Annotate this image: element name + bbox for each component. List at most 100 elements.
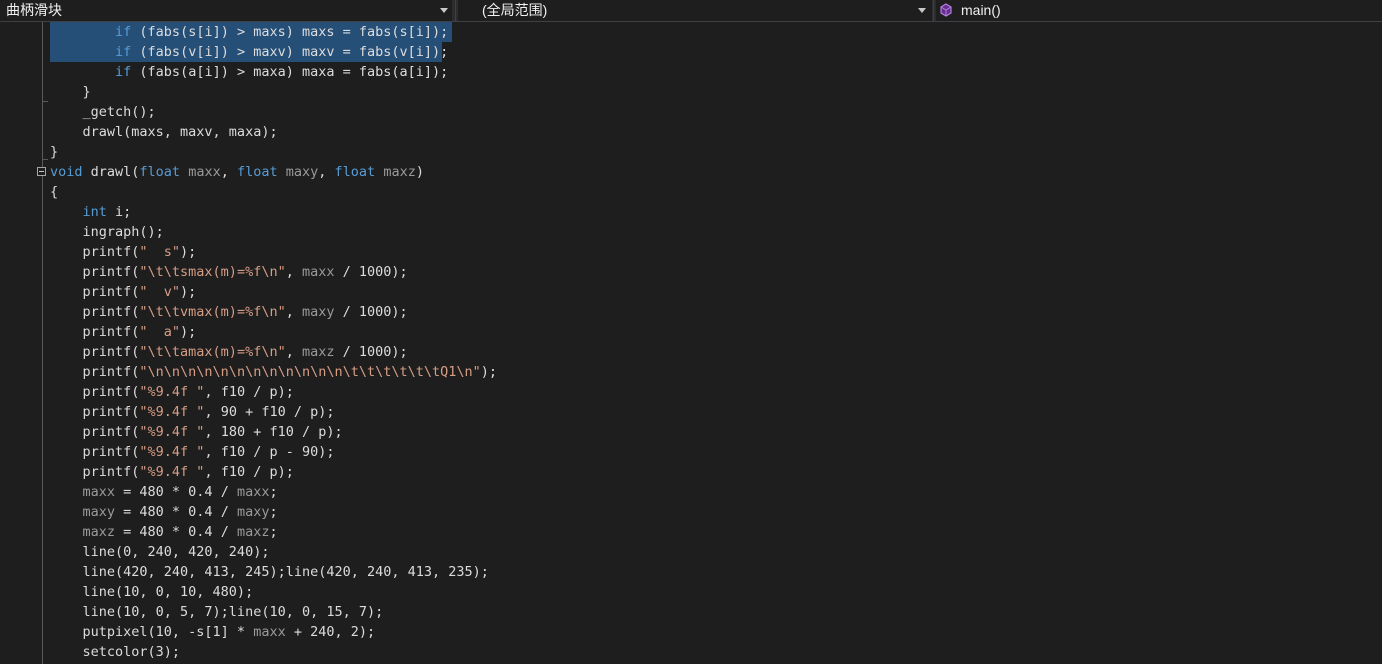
code-token: ): [415, 164, 424, 180]
code-token: / 1000);: [334, 304, 408, 320]
code-line: }: [50, 142, 58, 162]
code-token: "\t\tvmax(m)=%f\n": [139, 304, 286, 320]
code-token: " a": [139, 324, 181, 340]
code-token: "\t\tamax(m)=%f\n": [139, 344, 286, 360]
code-line: printf("%9.4f ", f10 / p);: [50, 462, 294, 482]
code-token: line(420, 240, 413, 245);line(420, 240, …: [50, 564, 489, 580]
code-token: printf(: [50, 244, 140, 260]
code-token: maxx: [82, 484, 116, 500]
code-line: putpixel(10, -s[1] * maxx + 240, 2);: [50, 622, 376, 642]
code-token: maxy: [285, 164, 319, 180]
code-line: }: [50, 82, 91, 102]
code-token: (fabs(a[i]) > maxa) maxa = fabs(a[i]);: [131, 64, 449, 80]
code-token: = 480 * 0.4 /: [115, 504, 237, 520]
code-token: int: [82, 204, 107, 220]
code-editor[interactable]: if (fabs(s[i]) > maxs) maxs = fabs(s[i])…: [0, 22, 1382, 664]
code-token: " s": [139, 244, 181, 260]
chevron-down-icon: [918, 8, 926, 13]
code-line: printf("\t\tsmax(m)=%f\n", maxx / 1000);: [50, 262, 408, 282]
chevron-down-icon: [440, 8, 448, 13]
code-token: " v": [139, 284, 181, 300]
code-token: "\n\n\n\n\n\n\n\n\n\n\n\n\t\t\t\t\t\tQ1\…: [139, 364, 481, 380]
code-token: , f10 / p);: [204, 384, 294, 400]
code-token: maxy: [236, 504, 270, 520]
code-token: (fabs(v[i]) > maxv) maxv = fabs(v[i]);: [131, 44, 449, 60]
code-token: , 180 + f10 / p);: [204, 424, 343, 440]
code-token: line(10, 0, 5, 7);line(10, 0, 15, 7);: [50, 604, 384, 620]
code-line: drawl(maxs, maxv, maxa);: [50, 122, 278, 142]
member-dropdown-label: main(): [961, 2, 1001, 18]
code-line: printf("%9.4f ", f10 / p);: [50, 382, 294, 402]
code-token: }: [50, 144, 59, 160]
code-token: maxz: [236, 524, 270, 540]
code-token: , 90 + f10 / p);: [204, 404, 335, 420]
code-token: maxy: [82, 504, 116, 520]
collapse-toggle-icon[interactable]: [37, 167, 46, 176]
code-token: printf(: [50, 344, 140, 360]
code-token: );: [180, 244, 197, 260]
code-line: int i;: [50, 202, 132, 222]
code-token: "%9.4f ": [139, 424, 205, 440]
code-token: maxz: [82, 524, 116, 540]
code-token: maxz: [383, 164, 416, 180]
code-token: "%9.4f ": [139, 444, 205, 460]
code-token: , f10 / p - 90);: [204, 444, 335, 460]
scope-dropdown-label: (全局范围): [482, 2, 548, 18]
code-token: printf(: [50, 324, 140, 340]
code-token: printf(: [50, 464, 140, 480]
code-token: maxz: [301, 344, 335, 360]
project-dropdown-label: 曲柄滑块: [6, 2, 62, 18]
code-line: ingraph();: [50, 222, 164, 242]
code-line: {: [50, 182, 58, 202]
code-line: printf(" a");: [50, 322, 197, 342]
project-dropdown[interactable]: 曲柄滑块: [0, 0, 452, 21]
code-token: i;: [106, 204, 132, 220]
code-token: "%9.4f ": [139, 464, 205, 480]
code-token: printf(: [50, 364, 140, 380]
code-token: );: [180, 284, 197, 300]
code-line: printf("%9.4f ", f10 / p - 90);: [50, 442, 335, 462]
code-token: maxx: [236, 484, 270, 500]
code-token: ,: [285, 264, 302, 280]
code-token: {: [50, 184, 59, 200]
code-token: = 480 * 0.4 /: [115, 484, 237, 500]
code-token: maxx: [188, 164, 221, 180]
scope-dropdown[interactable]: (全局范围): [458, 0, 932, 21]
code-token: maxx: [253, 624, 286, 640]
code-token: ingraph();: [50, 224, 164, 240]
code-token: printf(: [50, 304, 140, 320]
code-token: ,: [220, 164, 237, 180]
code-token: ,: [318, 164, 335, 180]
code-line: line(0, 240, 420, 240);: [50, 542, 270, 562]
code-token: }: [50, 84, 91, 100]
code-line: if (fabs(s[i]) > maxs) maxs = fabs(s[i])…: [50, 22, 448, 42]
code-token: printf(: [50, 384, 140, 400]
code-token: printf(: [50, 404, 140, 420]
code-token: putpixel(10, -s[1] *: [50, 624, 254, 640]
code-line: printf("\t\tvmax(m)=%f\n", maxy / 1000);: [50, 302, 408, 322]
nav-separator: [933, 0, 934, 21]
code-token: ,: [285, 304, 302, 320]
code-line: if (fabs(a[i]) > maxa) maxa = fabs(a[i])…: [50, 62, 448, 82]
member-dropdown[interactable]: main(): [936, 0, 1382, 21]
code-line: printf(" v");: [50, 282, 197, 302]
code-token: _getch();: [50, 104, 156, 120]
code-line: maxz = 480 * 0.4 / maxz;: [50, 522, 278, 542]
code-line: line(420, 240, 413, 245);line(420, 240, …: [50, 562, 489, 582]
code-token: maxx: [301, 264, 335, 280]
code-token: ;: [269, 524, 278, 540]
code-token: (fabs(s[i]) > maxs) maxs = fabs(s[i]);: [131, 24, 449, 40]
code-line: line(10, 0, 10, 480);: [50, 582, 254, 602]
code-token: );: [180, 324, 197, 340]
code-line: printf("%9.4f ", 180 + f10 / p);: [50, 422, 343, 442]
outline-guide: [42, 22, 43, 664]
code-token: float: [139, 164, 181, 180]
code-line: maxx = 480 * 0.4 / maxx;: [50, 482, 278, 502]
code-token: printf(: [50, 284, 140, 300]
code-token: printf(: [50, 444, 140, 460]
code-token: = 480 * 0.4 /: [115, 524, 237, 540]
